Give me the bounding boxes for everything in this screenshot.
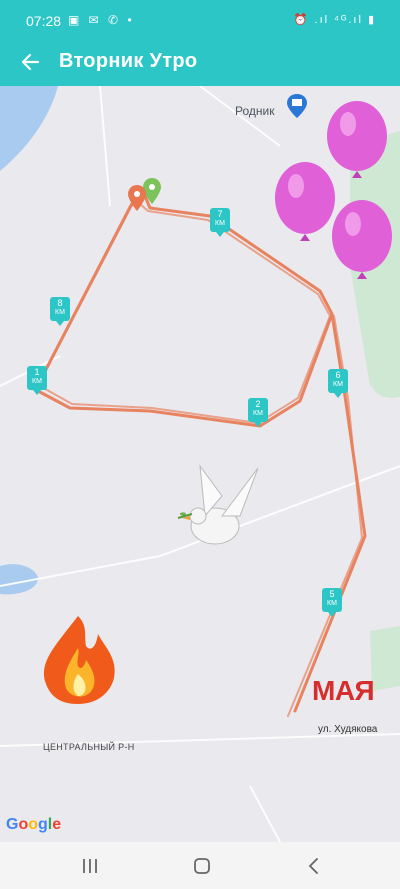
km-marker-7[interactable]: 7 КМ [210,208,230,237]
app-bar: Вторник Утро [0,40,400,86]
map-view[interactable]: Родник ул. Худякова ЦЕНТРАЛЬНЫЙ Р-Н 1 КМ… [0,86,400,842]
km-marker-1[interactable]: 1 КМ [27,366,47,395]
recent-apps-button[interactable] [70,852,110,880]
arrow-left-icon [21,53,40,71]
km-marker-6[interactable]: 6 КМ [328,369,348,398]
back-icon [308,858,318,874]
km-marker-5[interactable]: 5 КМ [322,588,342,617]
system-nav-bar [0,842,400,889]
nav-back-button[interactable] [294,852,334,880]
system-icons: ⏰ .ıl ⁴ᴳ.ıl ▮ [293,14,376,26]
district-label: ЦЕНТРАЛЬНЫЙ Р-Н [43,742,135,752]
notification-icons: ▣ ✉ ✆ • [68,13,135,27]
road-label: ул. Худякова [318,724,378,735]
status-time: 07:28 [26,13,62,29]
status-bar: 07:28 ▣ ✉ ✆ • ⏰ .ıl ⁴ᴳ.ıl ▮ [0,0,400,40]
google-logo: Google [6,816,62,833]
poi-label[interactable]: Родник [235,104,274,118]
fire-icon [44,616,115,704]
recent-apps-icon [83,859,97,873]
km-marker-8[interactable]: 8 КМ [50,297,70,326]
home-button[interactable] [182,852,222,880]
home-icon [194,858,210,874]
page-title: Вторник Утро [59,50,198,72]
balloon-icon-2 [275,162,335,241]
location-pin-icon [287,94,307,118]
lake-shape [0,86,58,171]
km-marker-2[interactable]: 2 КМ [248,398,268,427]
route-path [36,194,367,717]
sticker-text: МАЯ [312,675,375,706]
dove-icon [177,464,259,545]
park-shape-3 [370,626,400,691]
back-button[interactable] [14,46,46,78]
